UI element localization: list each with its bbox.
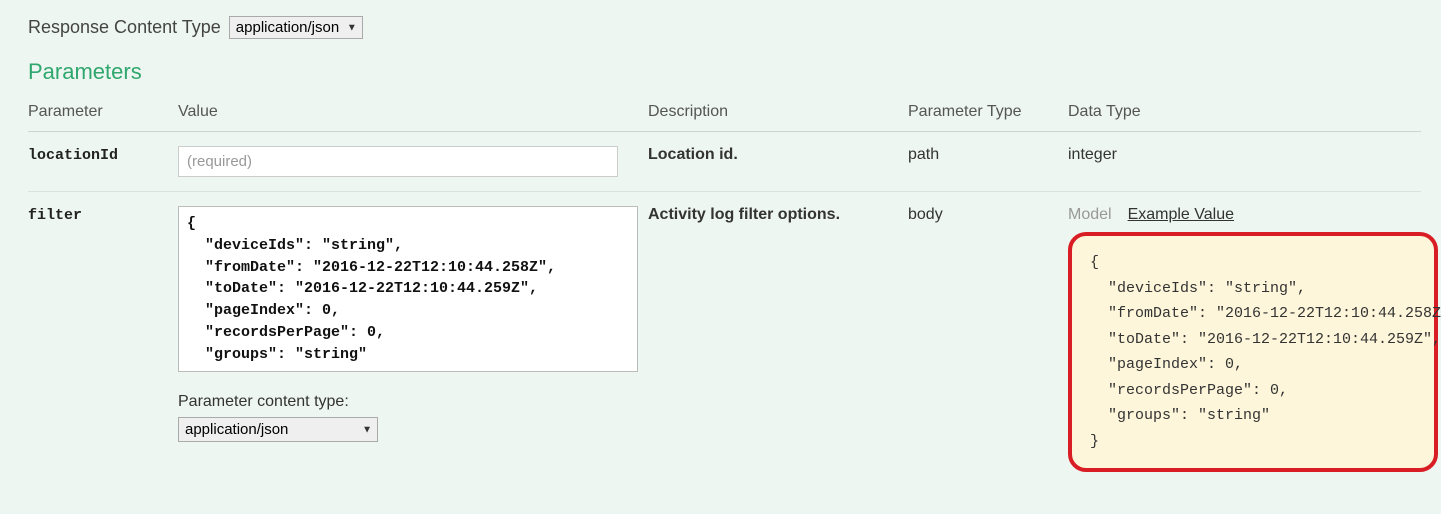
locationid-description: Location id. xyxy=(648,146,738,163)
table-row: locationId Location id. path integer xyxy=(28,132,1421,192)
response-content-type-label: Response Content Type xyxy=(28,17,221,38)
parameter-content-type-label: Parameter content type: xyxy=(178,393,638,411)
filter-description: Activity log filter options. xyxy=(648,206,840,223)
col-header-datatype: Data Type xyxy=(1068,95,1421,132)
tab-example-value[interactable]: Example Value xyxy=(1128,206,1234,224)
filter-body-textarea[interactable]: { "deviceIds": "string", "fromDate": "20… xyxy=(178,206,638,372)
col-header-value: Value xyxy=(178,95,648,132)
parameters-table: Parameter Value Description Parameter Ty… xyxy=(28,95,1421,486)
table-row: filter { "deviceIds": "string", "fromDat… xyxy=(28,192,1421,487)
col-header-description: Description xyxy=(648,95,908,132)
locationid-paramtype: path xyxy=(908,132,1068,192)
locationid-input[interactable] xyxy=(178,146,618,177)
example-value-box[interactable]: { "deviceIds": "string", "fromDate": "20… xyxy=(1068,232,1438,472)
tab-model[interactable]: Model xyxy=(1068,206,1112,224)
col-header-parameter: Parameter xyxy=(28,95,178,132)
parameters-heading: Parameters xyxy=(28,59,1421,85)
col-header-paramtype: Parameter Type xyxy=(908,95,1068,132)
locationid-datatype: integer xyxy=(1068,132,1421,192)
response-content-type-select[interactable]: application/json xyxy=(229,16,363,39)
filter-paramtype: body xyxy=(908,192,1068,487)
parameter-content-type-select[interactable]: application/json xyxy=(178,417,378,442)
param-name-locationid: locationId xyxy=(28,147,118,164)
param-name-filter: filter xyxy=(28,207,82,224)
